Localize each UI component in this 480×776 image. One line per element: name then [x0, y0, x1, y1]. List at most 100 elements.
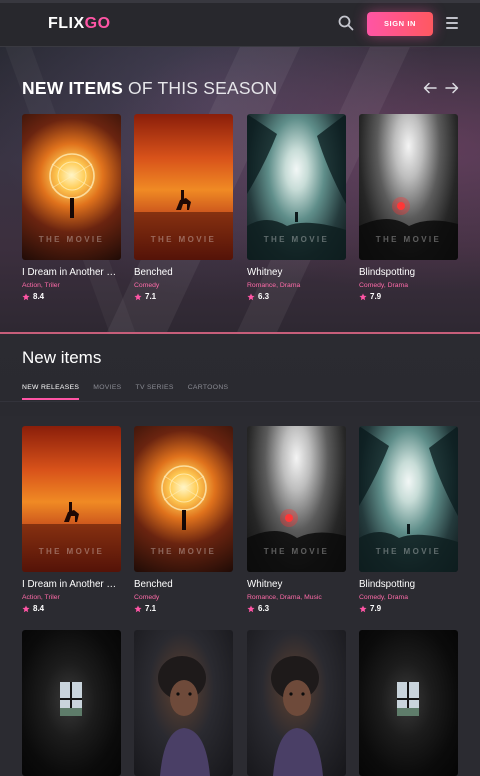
star-icon [359, 292, 370, 301]
movie-card[interactable]: THE MOVIE Blindspotting Comedy, Drama 7.9 [359, 426, 458, 613]
search-icon[interactable] [337, 14, 355, 32]
logo-part2: GO [84, 15, 111, 32]
movie-genres: Comedy, Drama [359, 282, 458, 289]
movie-poster[interactable]: THE MOVIE [247, 426, 346, 572]
movie-rating: 7.1 [134, 292, 233, 301]
tab-cartoons[interactable]: CARTOONS [188, 384, 229, 400]
movie-poster[interactable]: THE MOVIE [134, 426, 233, 572]
movie-title[interactable]: Whitney [247, 267, 346, 278]
tab-new-releases[interactable]: NEW RELEASES [22, 384, 80, 400]
site-header: FLIXGO SIGN IN [0, 0, 480, 47]
movie-poster[interactable] [22, 630, 121, 776]
movie-genres: Comedy [134, 594, 233, 601]
movie-poster[interactable]: THE MOVIE [359, 114, 458, 260]
hero-title-rest: OF THIS SEASON [128, 78, 278, 98]
poster-watermark: THE MOVIE [150, 235, 217, 244]
movie-poster[interactable]: THE MOVIE [134, 114, 233, 260]
star-icon [247, 604, 258, 613]
tab-movies[interactable]: MOVIES [93, 384, 121, 400]
movie-rating: 6.3 [247, 604, 346, 613]
movie-poster[interactable] [247, 630, 346, 776]
movie-genres: Comedy [134, 282, 233, 289]
sign-in-button[interactable]: SIGN IN [367, 12, 433, 36]
movie-card[interactable]: THE MOVIE Whitney Romance, Drama 6.3 [247, 114, 346, 301]
rating-value: 8.4 [33, 292, 45, 301]
movie-rating: 8.4 [22, 604, 121, 613]
movie-rating: 7.9 [359, 604, 458, 613]
rating-value: 6.3 [258, 292, 270, 301]
movie-genres: Action, Triler [22, 594, 121, 601]
genre-link[interactable]: Drama [388, 594, 408, 601]
hero-title: NEW ITEMS OF THIS SEASON [22, 78, 277, 99]
movie-card[interactable]: THE MOVIE I Dream in Another Language Acti… [22, 114, 121, 301]
genre-link[interactable]: Comedy [134, 282, 159, 289]
genre-link[interactable]: Action [22, 282, 41, 289]
movie-card[interactable]: THE MOVIE Benched Comedy 7.1 [134, 114, 233, 301]
poster-watermark: THE MOVIE [38, 235, 105, 244]
poster-watermark: THE MOVIE [263, 547, 330, 556]
movie-genres: Romance, Drama, Music [247, 594, 346, 601]
poster-watermark: THE MOVIE [38, 547, 105, 556]
menu-icon[interactable] [446, 17, 458, 29]
movie-card[interactable]: THE MOVIE Blindspotting Comedy, Drama 7.9 [359, 114, 458, 301]
genre-link[interactable]: Comedy [359, 282, 384, 289]
movie-title[interactable]: Benched [134, 579, 233, 590]
star-icon [134, 292, 145, 301]
star-icon [359, 604, 370, 613]
movie-title[interactable]: Blindspotting [359, 579, 458, 590]
logo-part1: FLIX [48, 15, 85, 32]
movie-card[interactable]: THE MOVIE Whitney Romance, Drama, Music 6.3 [247, 426, 346, 613]
movie-poster[interactable]: THE MOVIE [247, 114, 346, 260]
genre-link[interactable]: Action [22, 594, 41, 601]
genre-link[interactable]: Romance [247, 282, 276, 289]
genre-link[interactable]: Drama [280, 594, 300, 601]
poster-watermark: THE MOVIE [263, 235, 330, 244]
tab-tv-series[interactable]: TV SERIES [136, 384, 174, 400]
movie-title[interactable]: I Dream in Another Language [22, 267, 121, 278]
movie-rating: 8.4 [22, 292, 121, 301]
movie-card[interactable] [359, 630, 458, 776]
movie-card[interactable] [247, 630, 346, 776]
movie-poster[interactable]: THE MOVIE [359, 426, 458, 572]
poster-watermark: THE MOVIE [375, 235, 442, 244]
movie-genres: Romance, Drama [247, 282, 346, 289]
poster-watermark: THE MOVIE [150, 547, 217, 556]
movie-title[interactable]: Benched [134, 267, 233, 278]
movie-poster[interactable] [134, 630, 233, 776]
movie-card[interactable] [134, 630, 233, 776]
logo[interactable]: FLIXGO [48, 15, 111, 33]
movie-rating: 7.1 [134, 604, 233, 613]
tabs-divider [0, 401, 480, 402]
hero-section: NEW ITEMS OF THIS SEASON THE MOVIE I Drea… [0, 47, 480, 334]
movie-genres: Action, Triler [22, 282, 121, 289]
movie-poster[interactable]: THE MOVIE [22, 114, 121, 260]
movie-rating: 7.9 [359, 292, 458, 301]
rating-value: 7.9 [370, 604, 382, 613]
arrow-left-icon[interactable] [423, 81, 437, 94]
genre-link[interactable]: Music [304, 594, 322, 601]
genre-link[interactable]: Comedy [134, 594, 159, 601]
hero-title-bold: NEW ITEMS [22, 78, 123, 98]
star-icon [247, 292, 258, 301]
movie-card[interactable]: THE MOVIE Benched Comedy 7.1 [134, 426, 233, 613]
genre-link[interactable]: Romance [247, 594, 276, 601]
genre-link[interactable]: Comedy [359, 594, 384, 601]
genre-link[interactable]: Drama [280, 282, 300, 289]
rating-value: 7.1 [145, 604, 157, 613]
genre-link[interactable]: Drama [388, 282, 408, 289]
movie-card[interactable]: THE MOVIE I Dream in Another Language Acti… [22, 426, 121, 613]
genre-link[interactable]: Triler [45, 594, 60, 601]
movie-title[interactable]: Whitney [247, 579, 346, 590]
movie-title[interactable]: I Dream in Another Language [22, 579, 121, 590]
movie-poster[interactable]: THE MOVIE [22, 426, 121, 572]
star-icon [22, 292, 33, 301]
arrow-right-icon[interactable] [445, 81, 459, 94]
poster-watermark: THE MOVIE [375, 547, 442, 556]
movie-title[interactable]: Blindspotting [359, 267, 458, 278]
section-title: New items [22, 348, 102, 367]
movie-poster[interactable] [359, 630, 458, 776]
movie-card[interactable] [22, 630, 121, 776]
rating-value: 6.3 [258, 604, 270, 613]
movie-rating: 6.3 [247, 292, 346, 301]
genre-link[interactable]: Triler [45, 282, 60, 289]
